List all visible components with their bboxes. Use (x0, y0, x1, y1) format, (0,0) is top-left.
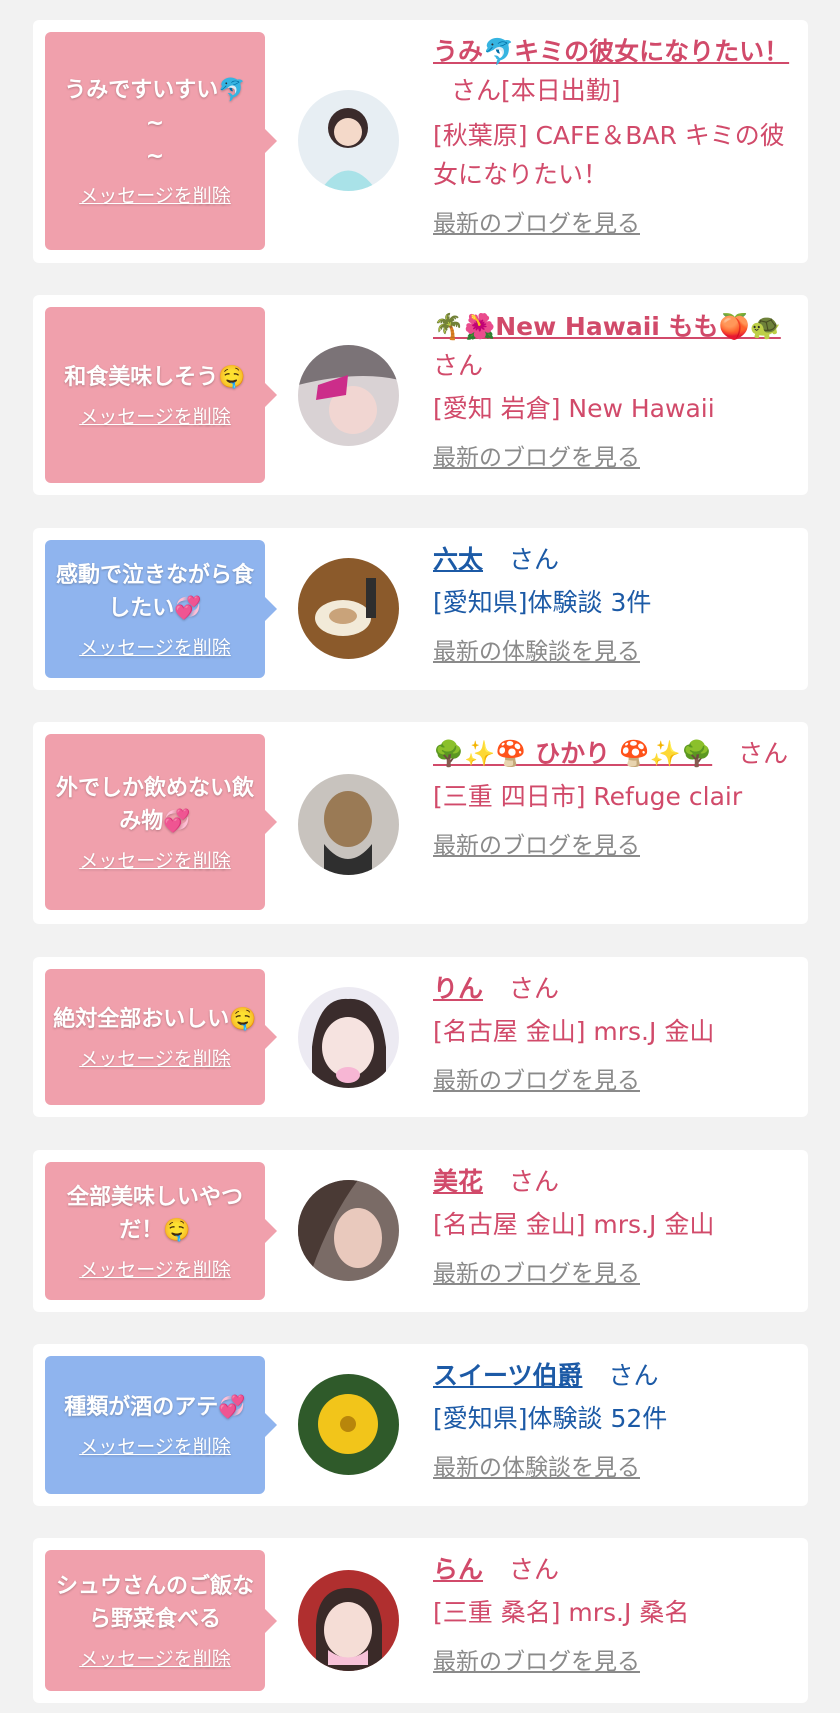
shop-text: [三重 桑名] mrs.J 桑名 (433, 1598, 690, 1627)
profile-name-link[interactable]: りん (433, 974, 483, 1003)
latest-blog-link[interactable]: 最新のブログを見る (433, 204, 803, 238)
message-bubble: 外でしか飲めない飲み物💞 メッセージを削除 (45, 734, 277, 910)
shop-text: [秋葉原] CAFE＆BAR キミの彼女になりたい！ (433, 121, 785, 189)
honorific: さん (508, 974, 559, 1003)
profile-name-link[interactable]: らん (433, 1555, 483, 1584)
latest-blog-link[interactable]: 最新のブログを見る (433, 1254, 803, 1288)
avatar[interactable] (298, 1374, 399, 1475)
honorific: さん (608, 1361, 659, 1390)
profile-info: スイーツ伯爵 さん [愛知県]体験談 52件 最新の体験談を見る (433, 1356, 803, 1482)
message-text: うみですいすい🐬 ~ ~ (64, 78, 246, 169)
message-bubble: 絶対全部おいしい🤤 メッセージを削除 (45, 969, 277, 1105)
avatar[interactable] (298, 987, 399, 1088)
shop-text: [愛知県]体験談 3件 (433, 588, 652, 617)
shop-text: [愛知 岩倉] New Hawaii (433, 394, 715, 423)
avatar[interactable] (298, 1570, 399, 1671)
avatar[interactable] (298, 90, 399, 191)
honorific: さん (508, 1167, 559, 1196)
profile-info: 美花 さん [名古屋 金山] mrs.J 金山 最新のブログを見る (433, 1162, 803, 1288)
honorific: さん[本日出勤] (451, 76, 621, 105)
delete-message-link[interactable]: メッセージを削除 (79, 633, 231, 660)
shop-text: [名古屋 金山] mrs.J 金山 (433, 1210, 715, 1239)
message-text: 和食美味しそう🤤 (64, 365, 246, 390)
message-card: 外でしか飲めない飲み物💞 メッセージを削除 🌳✨🍄 ひかり 🍄✨🌳 さん [三重… (33, 722, 808, 924)
message-card: 和食美味しそう🤤 メッセージを削除 🌴🌺New Hawaii もも🍑🐢 さん [… (33, 295, 808, 495)
delete-message-link[interactable]: メッセージを削除 (79, 1644, 231, 1671)
message-text: シュウさんのご飯なら野菜食べる (55, 1574, 254, 1632)
delete-message-link[interactable]: メッセージを削除 (79, 1044, 231, 1071)
delete-message-link[interactable]: メッセージを削除 (79, 846, 231, 873)
profile-name-link[interactable]: 美花 (433, 1167, 483, 1196)
delete-message-link[interactable]: メッセージを削除 (79, 402, 231, 429)
message-bubble: 全部美味しいやつだ！🤤 メッセージを削除 (45, 1162, 277, 1300)
message-text: 種類が酒のアテ💞 (64, 1395, 246, 1420)
avatar[interactable] (298, 558, 399, 659)
message-card: 種類が酒のアテ💞 メッセージを削除 スイーツ伯爵 さん [愛知県]体験談 52件… (33, 1344, 808, 1506)
message-text: 感動で泣きながら食したい💞 (55, 562, 254, 621)
profile-info: らん さん [三重 桑名] mrs.J 桑名 最新のブログを見る (433, 1550, 803, 1676)
shop-text: [三重 四日市] Refuge clair (433, 782, 743, 811)
shop-text: [名古屋 金山] mrs.J 金山 (433, 1017, 715, 1046)
message-card: 絶対全部おいしい🤤 メッセージを削除 りん さん [名古屋 金山] mrs.J … (33, 957, 808, 1117)
message-text: 外でしか飲めない飲み物💞 (55, 775, 254, 834)
message-text: 全部美味しいやつだ！🤤 (66, 1184, 243, 1243)
latest-blog-link[interactable]: 最新のブログを見る (433, 1061, 803, 1095)
message-bubble: 種類が酒のアテ💞 メッセージを削除 (45, 1356, 277, 1494)
shop-text: [愛知県]体験談 52件 (433, 1404, 668, 1433)
honorific: さん (508, 545, 559, 574)
delete-message-link[interactable]: メッセージを削除 (79, 181, 231, 208)
latest-blog-link[interactable]: 最新のブログを見る (433, 826, 803, 860)
profile-name-link[interactable]: 🌴🌺New Hawaii もも🍑🐢 (433, 312, 781, 341)
profile-info: 🌳✨🍄 ひかり 🍄✨🌳 さん [三重 四日市] Refuge clair 最新の… (433, 734, 803, 860)
message-card: 感動で泣きながら食したい💞 メッセージを削除 六太 さん [愛知県]体験談 3件… (33, 528, 808, 690)
honorific: さん (508, 1555, 559, 1584)
message-list: うみですいすい🐬 ~ ~ メッセージを削除 うみ🐬キミの彼女になりたい！ さん[… (0, 0, 840, 1713)
message-bubble: 和食美味しそう🤤 メッセージを削除 (45, 307, 277, 483)
message-card: シュウさんのご飯なら野菜食べる メッセージを削除 らん さん [三重 桑名] m… (33, 1538, 808, 1703)
profile-info: りん さん [名古屋 金山] mrs.J 金山 最新のブログを見る (433, 969, 803, 1095)
profile-info: 六太 さん [愛知県]体験談 3件 最新の体験談を見る (433, 540, 803, 666)
delete-message-link[interactable]: メッセージを削除 (79, 1432, 231, 1459)
message-card: うみですいすい🐬 ~ ~ メッセージを削除 うみ🐬キミの彼女になりたい！ さん[… (33, 20, 808, 263)
latest-review-link[interactable]: 最新の体験談を見る (433, 632, 803, 666)
profile-name-link[interactable]: スイーツ伯爵 (433, 1361, 583, 1390)
latest-review-link[interactable]: 最新の体験談を見る (433, 1448, 803, 1482)
message-text: 絶対全部おいしい🤤 (53, 1007, 257, 1032)
profile-name-link[interactable]: 六太 (433, 545, 483, 574)
message-bubble: シュウさんのご飯なら野菜食べる メッセージを削除 (45, 1550, 277, 1691)
message-bubble: 感動で泣きながら食したい💞 メッセージを削除 (45, 540, 277, 678)
latest-blog-link[interactable]: 最新のブログを見る (433, 438, 803, 472)
message-card: 全部美味しいやつだ！🤤 メッセージを削除 美花 さん [名古屋 金山] mrs.… (33, 1150, 808, 1312)
profile-info: 🌴🌺New Hawaii もも🍑🐢 さん [愛知 岩倉] New Hawaii … (433, 307, 803, 472)
message-bubble: うみですいすい🐬 ~ ~ メッセージを削除 (45, 32, 277, 250)
delete-message-link[interactable]: メッセージを削除 (79, 1255, 231, 1282)
latest-blog-link[interactable]: 最新のブログを見る (433, 1642, 803, 1676)
profile-name-link[interactable]: うみ🐬キミの彼女になりたい！ (433, 37, 789, 66)
avatar[interactable] (298, 1180, 399, 1281)
profile-info: うみ🐬キミの彼女になりたい！ さん[本日出勤] [秋葉原] CAFE＆BAR キ… (433, 32, 803, 238)
avatar[interactable] (298, 774, 399, 875)
profile-name-link[interactable]: 🌳✨🍄 ひかり 🍄✨🌳 (433, 739, 712, 768)
avatar[interactable] (298, 345, 399, 446)
honorific: さん (738, 739, 789, 768)
honorific: さん (433, 351, 484, 380)
